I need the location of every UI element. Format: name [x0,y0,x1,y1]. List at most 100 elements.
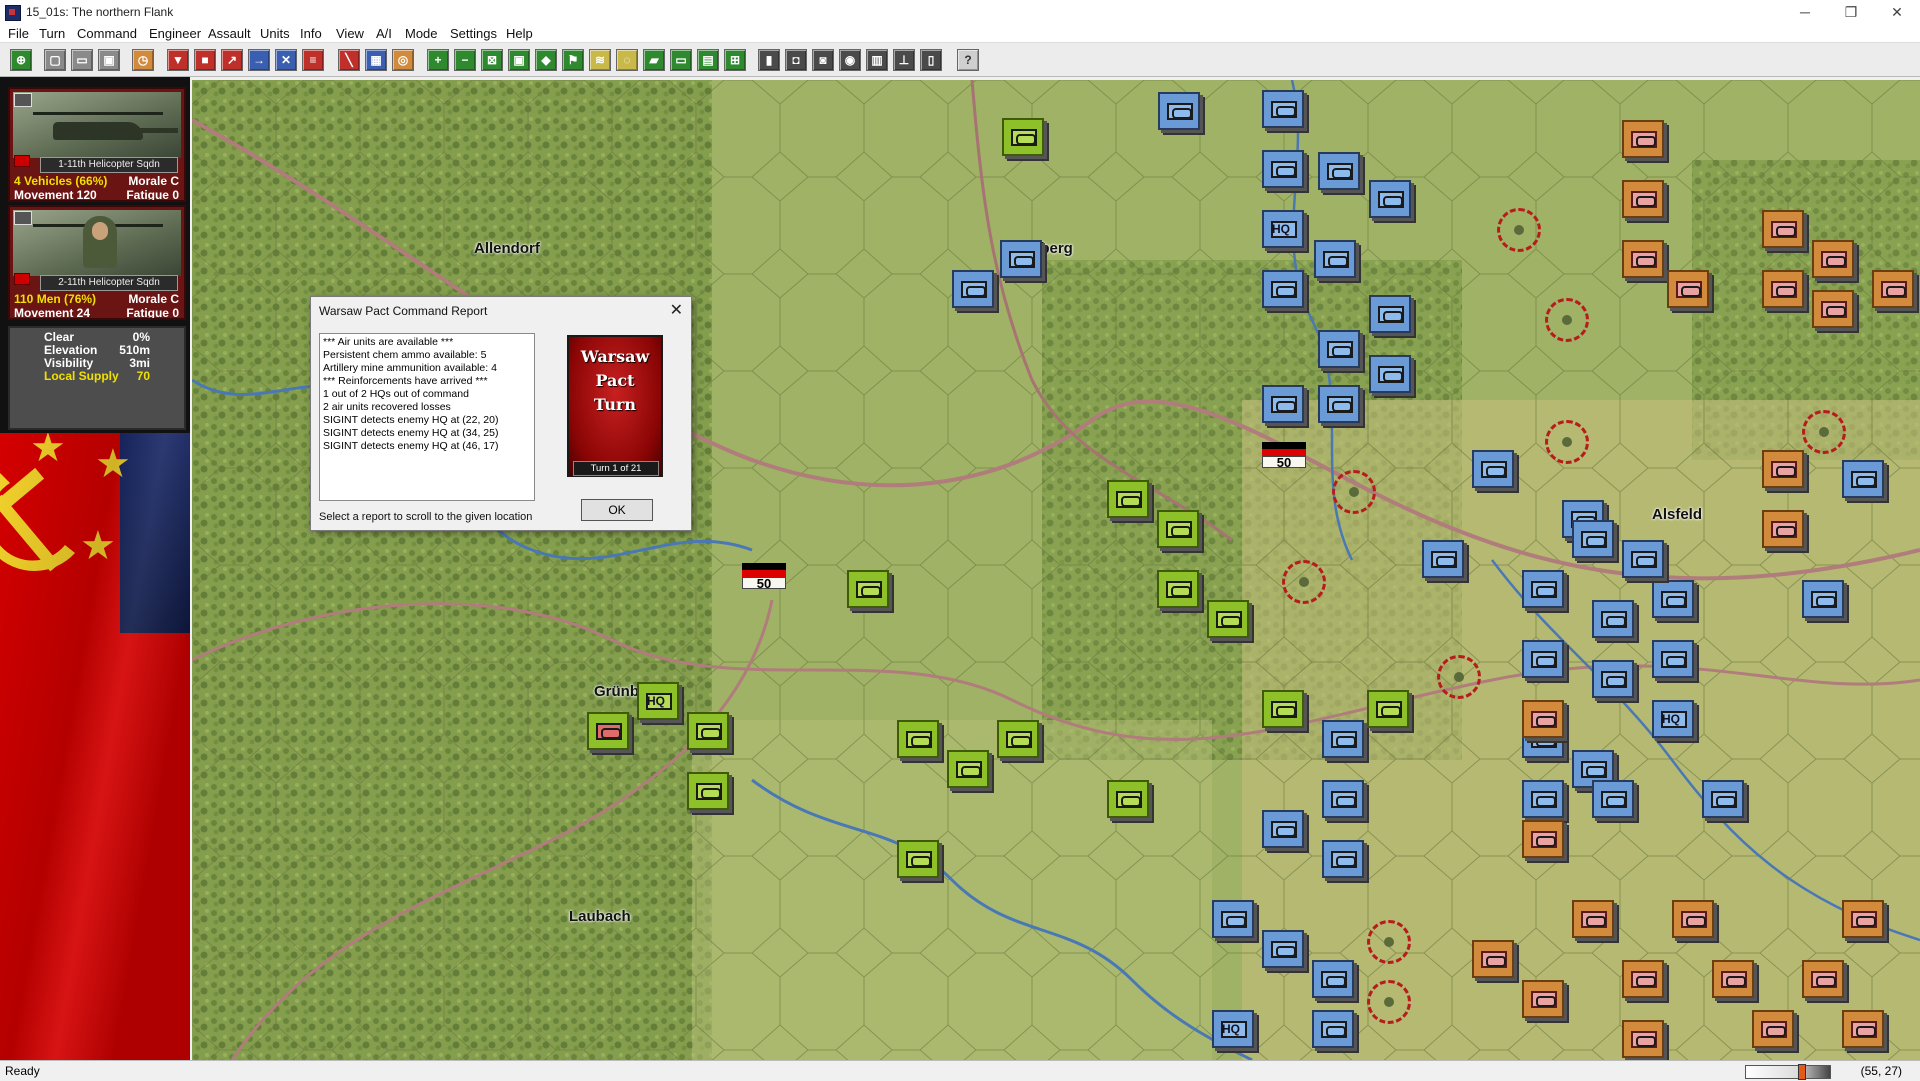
nato-unit-counter[interactable] [1667,270,1709,308]
wp-hq-counter[interactable]: HQ [637,682,679,720]
report-line[interactable]: *** Reinforcements have arrived *** [323,375,531,388]
nato-unit-counter[interactable] [1322,840,1364,878]
wp-unit-counter[interactable] [587,712,629,750]
center-icon[interactable]: ▣ [508,49,530,71]
nato-unit-counter[interactable] [1369,295,1411,333]
nato-unit-counter[interactable] [1318,330,1360,368]
nato-unit-counter[interactable] [1322,720,1364,758]
nato-hq-counter[interactable]: HQ [1262,210,1304,248]
menu-settings[interactable]: Settings [450,26,497,41]
nato-unit-counter[interactable] [1842,1010,1884,1048]
map-icon[interactable]: ▤ [697,49,719,71]
org-chart-icon[interactable]: ⊥ [893,49,915,71]
nato-unit-counter[interactable] [1472,940,1514,978]
help-icon[interactable]: ? [957,49,979,71]
nato-unit-counter[interactable] [1262,150,1304,188]
restore-button[interactable]: ❐ [1828,0,1874,24]
stack-marker[interactable]: 50 [742,563,786,590]
move-icon[interactable]: → [248,49,270,71]
menu-help[interactable]: Help [506,26,533,41]
nato-unit-counter[interactable] [1592,780,1634,818]
contour-icon[interactable]: ◌ [616,49,638,71]
nato-unit-counter[interactable] [1472,450,1514,488]
stop-icon[interactable]: ■ [194,49,216,71]
report-line[interactable]: SIGINT detects enemy HQ at (46, 17) [323,440,531,453]
nato-unit-counter[interactable] [1622,540,1664,578]
wp-unit-counter[interactable] [947,750,989,788]
artillery-target-icon[interactable] [1545,420,1589,464]
nato-unit-counter[interactable] [1802,580,1844,618]
nato-unit-counter[interactable] [1522,980,1564,1018]
nato-unit-counter[interactable] [1262,810,1304,848]
nato-unit-counter[interactable] [1622,960,1664,998]
zoom-out-icon[interactable]: − [454,49,476,71]
close-button[interactable]: ✕ [1874,0,1920,24]
report-line[interactable]: Artillery mine ammunition available: 4 [323,362,531,375]
counter-icon[interactable]: ▭ [670,49,692,71]
nato-unit-counter[interactable] [1572,520,1614,558]
binoculars-icon[interactable]: ◎ [392,49,414,71]
lock-icon[interactable]: ▮ [758,49,780,71]
menu-command[interactable]: Command [77,26,137,41]
diamond-icon[interactable]: ◆ [535,49,557,71]
artillery-target-icon[interactable] [1802,410,1846,454]
report-line[interactable]: 1 out of 2 HQs out of command [323,388,531,401]
building-icon[interactable]: ▥ [866,49,888,71]
wp-unit-counter[interactable] [1002,118,1044,156]
nato-unit-counter[interactable] [1812,240,1854,278]
menu-info[interactable]: Info [300,26,322,41]
nato-hq-counter[interactable]: HQ [1212,1010,1254,1048]
nato-unit-counter[interactable] [1652,640,1694,678]
flag-icon[interactable]: ⚑ [562,49,584,71]
wp-unit-counter[interactable] [1262,690,1304,728]
report-line[interactable]: 2 air units recovered losses [323,401,531,414]
nato-hq-counter[interactable]: HQ [1652,700,1694,738]
crossed-icon[interactable]: ✕ [275,49,297,71]
nato-unit-counter[interactable] [1672,900,1714,938]
menu-file[interactable]: File [8,26,29,41]
nato-unit-counter[interactable] [1312,1010,1354,1048]
artillery-target-icon[interactable] [1437,655,1481,699]
menu-engineer[interactable]: Engineer [149,26,201,41]
wp-unit-counter[interactable] [1157,570,1199,608]
artillery-target-icon[interactable] [1367,920,1411,964]
nato-unit-counter[interactable] [1872,270,1914,308]
wp-unit-counter[interactable] [687,772,729,810]
nato-unit-counter[interactable] [1522,820,1564,858]
next-unit-icon[interactable]: ⊕ [10,49,32,71]
nato-unit-counter[interactable] [1262,270,1304,308]
nato-unit-counter[interactable] [1622,240,1664,278]
dialog-close-button[interactable]: ✕ [670,300,683,320]
menu-assault[interactable]: Assault [208,26,251,41]
nato-unit-counter[interactable] [1812,290,1854,328]
unit-info-icon[interactable]: ◙ [812,49,834,71]
wp-unit-counter[interactable] [997,720,1039,758]
nato-unit-counter[interactable] [1522,780,1564,818]
wp-unit-counter[interactable] [1107,480,1149,518]
nato-unit-counter[interactable] [1622,120,1664,158]
nato-unit-counter[interactable] [1752,1010,1794,1048]
arrow-down-icon[interactable]: ▼ [167,49,189,71]
nato-unit-counter[interactable] [1592,660,1634,698]
wp-unit-counter[interactable] [1207,600,1249,638]
report-line[interactable]: SIGINT detects enemy HQ at (34, 25) [323,427,531,440]
unit-card-1[interactable]: 1-11th Helicopter Sqdn 4 Vehicles (66%) … [8,87,186,202]
nato-unit-counter[interactable] [1522,700,1564,738]
nato-unit-counter[interactable] [1622,180,1664,218]
save-disk-icon[interactable]: ▣ [98,49,120,71]
roads-icon[interactable]: ▰ [643,49,665,71]
nato-unit-counter[interactable] [1522,640,1564,678]
line-tool-icon[interactable]: ╲ [338,49,360,71]
nato-unit-counter[interactable] [1592,600,1634,638]
tank-icon[interactable]: ◘ [785,49,807,71]
artillery-target-icon[interactable] [1367,980,1411,1024]
nato-unit-counter[interactable] [1762,510,1804,548]
nato-unit-counter[interactable] [1762,450,1804,488]
nato-unit-counter[interactable] [1369,180,1411,218]
wp-unit-counter[interactable] [847,570,889,608]
wp-unit-counter[interactable] [687,712,729,750]
wp-unit-counter[interactable] [1367,690,1409,728]
nato-unit-counter[interactable] [1522,570,1564,608]
unit-card-2[interactable]: 2-11th Helicopter Sqdn 110 Men (76%) Mor… [8,205,186,320]
wp-unit-counter[interactable] [897,840,939,878]
